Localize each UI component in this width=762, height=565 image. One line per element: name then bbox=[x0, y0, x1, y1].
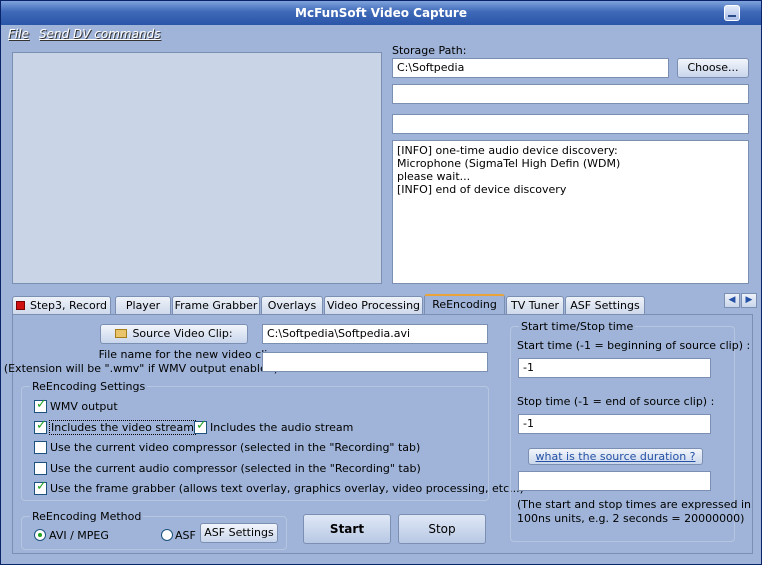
app-window: McFunSoft Video Capture File Send DV com… bbox=[0, 0, 762, 565]
source-duration-output bbox=[518, 471, 711, 491]
storage-path-input[interactable]: C:\Softpedia bbox=[392, 58, 669, 78]
tab-overlays[interactable]: Overlays bbox=[261, 296, 323, 315]
wmv-output-label: WMV output bbox=[50, 400, 118, 413]
reencoding-settings-group: ReEncoding Settings ✓ WMV output ✓ Inclu… bbox=[21, 380, 524, 501]
audio-compressor-checkbox[interactable] bbox=[34, 462, 47, 475]
info-field-1[interactable] bbox=[392, 84, 749, 104]
time-units-note-1: (The start and stop times are expressed … bbox=[517, 498, 752, 511]
check-icon: ✓ bbox=[196, 418, 207, 433]
asf-label: ASF bbox=[175, 529, 196, 542]
info-field-2[interactable] bbox=[392, 114, 749, 134]
reencoding-method-title: ReEncoding Method bbox=[30, 510, 144, 523]
log-line: [INFO] end of device discovery bbox=[397, 183, 567, 196]
tab-scroll-left[interactable]: ◀ bbox=[724, 293, 740, 308]
new-file-name-label: File name for the new video clip: bbox=[98, 348, 278, 361]
menu-send-dv-commands[interactable]: Send DV commands bbox=[39, 26, 160, 42]
check-icon: ✓ bbox=[36, 479, 47, 494]
source-video-path-input[interactable]: C:\Softpedia\Softpedia.avi bbox=[262, 324, 488, 344]
time-units-note-2: 100ns units, e.g. 2 seconds = 20000000) bbox=[517, 512, 745, 525]
asf-radio[interactable] bbox=[161, 529, 173, 541]
log-line: [INFO] one-time audio device discovery: bbox=[397, 144, 618, 157]
chevron-left-icon: ◀ bbox=[728, 295, 736, 305]
menu-file[interactable]: File bbox=[8, 26, 29, 42]
record-icon bbox=[15, 301, 25, 310]
include-video-label: Includes the video stream bbox=[49, 420, 196, 435]
storage-path-label: Storage Path: bbox=[392, 44, 467, 57]
source-duration-button[interactable]: what is the source duration ? bbox=[528, 448, 703, 465]
start-stop-time-group: Start time/Stop time Start time (-1 = be… bbox=[510, 320, 751, 542]
tab-player[interactable]: Player bbox=[115, 296, 171, 315]
frame-grabber-label: Use the frame grabber (allows text overl… bbox=[50, 482, 524, 495]
check-icon: ✓ bbox=[36, 418, 47, 433]
menu-bar: File Send DV commands bbox=[1, 25, 761, 43]
tab-scroll-right[interactable]: ▶ bbox=[741, 293, 757, 308]
new-file-extension-note: (Extension will be ".wmv" if WMV output … bbox=[3, 362, 278, 375]
folder-icon bbox=[115, 329, 128, 338]
chevron-right-icon: ▶ bbox=[745, 295, 753, 305]
log-line: please wait... bbox=[397, 170, 471, 183]
tab-frame-grabber[interactable]: Frame Grabber bbox=[172, 296, 260, 315]
tab-step3-record[interactable]: Step3, Record bbox=[12, 296, 111, 315]
check-icon: ✓ bbox=[36, 397, 47, 412]
tab-bar: Step3, Record Player Frame Grabber Overl… bbox=[12, 294, 752, 315]
include-video-checkbox[interactable]: ✓ bbox=[34, 418, 47, 434]
minimize-icon bbox=[728, 15, 736, 17]
minimize-button[interactable] bbox=[724, 5, 740, 21]
include-audio-checkbox[interactable]: ✓ bbox=[194, 418, 207, 434]
tab-video-processing[interactable]: Video Processing bbox=[324, 296, 423, 315]
new-file-name-input[interactable] bbox=[262, 352, 488, 372]
video-compressor-checkbox[interactable] bbox=[34, 441, 47, 454]
reencoding-tab-page: Source Video Clip: C:\Softpedia\Softpedi… bbox=[4, 314, 753, 554]
choose-button[interactable]: Choose... bbox=[677, 58, 749, 78]
tab-tv-tuner[interactable]: TV Tuner bbox=[506, 296, 564, 315]
avi-mpeg-label: AVI / MPEG bbox=[49, 529, 109, 542]
start-time-input[interactable]: -1 bbox=[518, 358, 711, 378]
title-bar: McFunSoft Video Capture bbox=[1, 1, 761, 25]
start-button[interactable]: Start bbox=[303, 514, 391, 544]
tab-reencoding[interactable]: ReEncoding bbox=[424, 294, 505, 315]
reencoding-method-group: ReEncoding Method AVI / MPEG ASF ASF Set… bbox=[21, 510, 287, 550]
video-preview-area bbox=[12, 52, 382, 284]
log-line: Microphone (SigmaTel High Defin (WDM) bbox=[397, 157, 621, 170]
audio-compressor-label: Use the current audio compressor (select… bbox=[50, 462, 421, 475]
stop-time-label: Stop time (-1 = end of source clip) : bbox=[517, 395, 715, 408]
radio-selected-icon bbox=[38, 533, 42, 537]
wmv-output-checkbox[interactable]: ✓ bbox=[34, 397, 47, 413]
include-audio-label: Includes the audio stream bbox=[210, 421, 354, 434]
tab-asf-settings[interactable]: ASF Settings bbox=[565, 296, 645, 315]
video-compressor-label: Use the current video compressor (select… bbox=[50, 441, 421, 454]
start-stop-time-title: Start time/Stop time bbox=[519, 320, 636, 333]
start-time-label: Start time (-1 = beginning of source cli… bbox=[517, 339, 751, 352]
avi-mpeg-radio[interactable] bbox=[34, 529, 46, 541]
asf-settings-button[interactable]: ASF Settings bbox=[200, 523, 278, 543]
stop-time-input[interactable]: -1 bbox=[518, 414, 711, 434]
log-output: [INFO] one-time audio device discovery: … bbox=[392, 140, 749, 284]
source-video-clip-button[interactable]: Source Video Clip: bbox=[100, 324, 248, 344]
stop-button[interactable]: Stop bbox=[398, 514, 486, 544]
reencoding-settings-title: ReEncoding Settings bbox=[30, 380, 148, 393]
frame-grabber-checkbox[interactable]: ✓ bbox=[34, 479, 47, 495]
window-title: McFunSoft Video Capture bbox=[295, 6, 467, 20]
